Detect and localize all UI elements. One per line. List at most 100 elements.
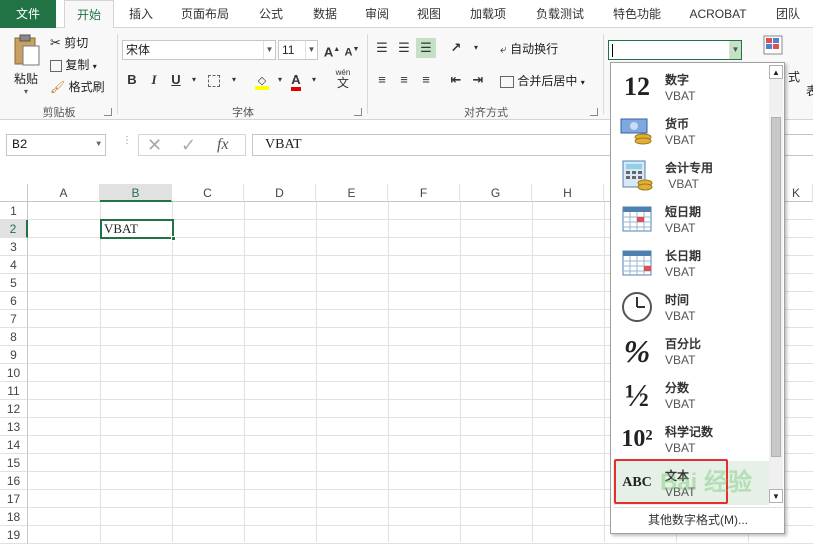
- paste-button[interactable]: 粘贴 ▾: [8, 34, 44, 100]
- more-number-formats[interactable]: 其他数字格式(M)...: [613, 507, 783, 531]
- orientation-icon[interactable]: ↗: [446, 38, 466, 58]
- font-size-combo[interactable]: 11 ▼: [278, 40, 318, 60]
- chevron-down-icon[interactable]: ▼: [96, 135, 101, 155]
- row-header[interactable]: 13: [0, 418, 28, 436]
- font-launcher-icon[interactable]: [354, 108, 362, 116]
- fill-handle[interactable]: [171, 236, 176, 241]
- align-right-icon[interactable]: ≡: [416, 70, 436, 90]
- row-header[interactable]: 18: [0, 508, 28, 526]
- underline-button[interactable]: U: [166, 70, 186, 90]
- clipboard-launcher-icon[interactable]: [104, 108, 112, 116]
- grow-font-button[interactable]: A▲: [322, 40, 342, 60]
- chevron-down-icon[interactable]: ▾: [184, 70, 204, 90]
- cancel-icon[interactable]: ✕: [147, 135, 162, 155]
- column-header-f[interactable]: F: [388, 184, 460, 202]
- align-top-icon[interactable]: ☰: [372, 38, 392, 58]
- copy-button[interactable]: 复制 ▾: [50, 56, 97, 74]
- format-option-short-date[interactable]: 短日期 VBAT: [613, 197, 769, 241]
- chevron-down-icon[interactable]: ▾: [304, 70, 324, 90]
- tab-featured[interactable]: 特色功能: [604, 0, 670, 28]
- conditional-format-icon[interactable]: [762, 34, 788, 60]
- tab-page-layout[interactable]: 页面布局: [170, 0, 240, 28]
- bold-button[interactable]: B: [122, 70, 142, 90]
- column-header-e[interactable]: E: [316, 184, 388, 202]
- row-header[interactable]: 14: [0, 436, 28, 454]
- row-header[interactable]: 12: [0, 400, 28, 418]
- wrap-text-button[interactable]: ⤶ 自动换行: [500, 40, 558, 58]
- row-header[interactable]: 19: [0, 526, 28, 544]
- format-option-percentage[interactable]: % 百分比 VBAT: [613, 329, 769, 373]
- row-header[interactable]: 2: [0, 220, 28, 238]
- merge-center-button[interactable]: 合并后居中 ▾: [500, 72, 585, 90]
- tab-load-test[interactable]: 负载测试: [524, 0, 596, 28]
- row-header[interactable]: 10: [0, 364, 28, 382]
- chevron-down-icon[interactable]: ▾: [466, 38, 486, 58]
- row-header[interactable]: 9: [0, 346, 28, 364]
- tab-insert[interactable]: 插入: [118, 0, 164, 28]
- row-header[interactable]: 1: [0, 202, 28, 220]
- column-header-g[interactable]: G: [460, 184, 532, 202]
- tab-acrobat[interactable]: ACROBAT: [680, 0, 756, 28]
- format-painter-button[interactable]: 🖌 格式刷: [50, 78, 105, 96]
- borders-button[interactable]: [204, 70, 224, 90]
- font-color-button[interactable]: A: [286, 70, 306, 91]
- scroll-down-icon[interactable]: ▼: [769, 489, 783, 503]
- dropdown-scrollbar[interactable]: ▲ ▼: [769, 65, 783, 503]
- confirm-icon[interactable]: ✓: [181, 135, 196, 155]
- row-header[interactable]: 17: [0, 490, 28, 508]
- fill-color-button[interactable]: ◇: [252, 70, 272, 90]
- insert-function-button[interactable]: fx: [217, 135, 229, 155]
- column-header-a[interactable]: A: [28, 184, 100, 202]
- number-format-combo[interactable]: ▼: [608, 40, 742, 60]
- row-header[interactable]: 16: [0, 472, 28, 490]
- tab-file[interactable]: 文件: [0, 0, 56, 28]
- column-header-b[interactable]: B: [100, 184, 172, 202]
- decrease-indent-icon[interactable]: ⇤: [446, 70, 466, 90]
- column-header-d[interactable]: D: [244, 184, 316, 202]
- row-header[interactable]: 15: [0, 454, 28, 472]
- tab-review[interactable]: 审阅: [354, 0, 400, 28]
- format-option-accounting[interactable]: 会计专用 VBAT: [613, 153, 769, 197]
- alignment-launcher-icon[interactable]: [590, 108, 598, 116]
- row-header[interactable]: 4: [0, 256, 28, 274]
- format-option-long-date[interactable]: 长日期 VBAT: [613, 241, 769, 285]
- shrink-font-button[interactable]: A▼: [342, 40, 362, 60]
- scroll-up-icon[interactable]: ▲: [769, 65, 783, 79]
- tab-team[interactable]: 团队: [766, 0, 810, 28]
- row-header[interactable]: 3: [0, 238, 28, 256]
- font-name-combo[interactable]: 宋体 ▼: [122, 40, 276, 60]
- tab-formulas[interactable]: 公式: [248, 0, 294, 28]
- align-left-icon[interactable]: ≡: [372, 70, 392, 90]
- italic-button[interactable]: I: [144, 70, 164, 90]
- row-header[interactable]: 8: [0, 328, 28, 346]
- increase-indent-icon[interactable]: ⇥: [468, 70, 488, 90]
- format-option-fraction[interactable]: ½ 分数 VBAT: [613, 373, 769, 417]
- chevron-down-icon[interactable]: ▾: [224, 70, 244, 90]
- name-box[interactable]: B2 ▼: [6, 134, 106, 156]
- phonetic-button[interactable]: wén 文: [330, 68, 356, 89]
- row-header[interactable]: 5: [0, 274, 28, 292]
- format-option-time[interactable]: 时间 VBAT: [613, 285, 769, 329]
- scientific-icon: 10²: [621, 426, 653, 452]
- format-option-scientific[interactable]: 10² 科学记数 VBAT: [613, 417, 769, 461]
- tab-view[interactable]: 视图: [406, 0, 452, 28]
- cell-b2[interactable]: VBAT: [100, 219, 176, 241]
- chevron-down-icon[interactable]: ▼: [729, 41, 741, 59]
- column-header-c[interactable]: C: [172, 184, 244, 202]
- align-middle-icon[interactable]: ☰: [394, 38, 414, 58]
- tab-addins[interactable]: 加载项: [458, 0, 518, 28]
- align-center-icon[interactable]: ≡: [394, 70, 414, 90]
- select-all-corner[interactable]: [0, 184, 28, 202]
- format-option-currency[interactable]: 货币 VBAT: [613, 109, 769, 153]
- row-header[interactable]: 11: [0, 382, 28, 400]
- align-bottom-icon[interactable]: ☰: [416, 38, 436, 58]
- row-header[interactable]: 6: [0, 292, 28, 310]
- scrollbar-thumb[interactable]: [771, 117, 781, 457]
- tab-data[interactable]: 数据: [302, 0, 348, 28]
- cut-button[interactable]: ✂ 剪切: [50, 34, 88, 52]
- column-header-h[interactable]: H: [532, 184, 604, 202]
- tab-home[interactable]: 开始: [64, 0, 114, 29]
- format-option-number[interactable]: 12 数字 VBAT: [613, 65, 769, 109]
- row-header[interactable]: 7: [0, 310, 28, 328]
- format-label-partial: 式: [788, 70, 801, 84]
